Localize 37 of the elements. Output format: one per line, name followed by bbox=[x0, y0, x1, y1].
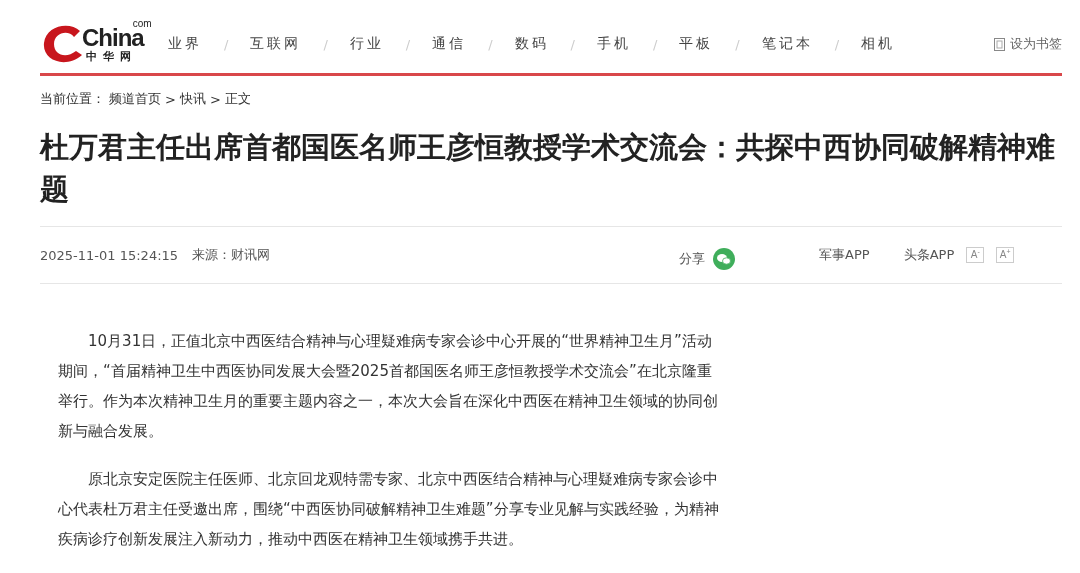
breadcrumb-separator: > bbox=[165, 91, 176, 107]
font-size-button[interactable]: A$^{-}$ bbox=[966, 247, 985, 263]
article-title: 杜万君主任出席首都国医名师王彦恒教授学术交流会：共探中西协同破解精神难题 bbox=[40, 126, 1062, 227]
nav-link[interactable]: 笔记本 bbox=[761, 35, 813, 53]
nav-separator: / bbox=[652, 36, 658, 52]
breadcrumb-link[interactable]: 快讯 bbox=[179, 90, 206, 108]
article-source: 来源：财讯网 bbox=[192, 246, 271, 264]
share-label: 分享 bbox=[679, 250, 706, 268]
nav-link[interactable]: 平板 bbox=[679, 35, 714, 53]
article-paragraph: 原北京安定医院主任医师、北京回龙观特需专家、北京中西医结合精神与心理疑难病专家会诊中心代表杜万君主任受邀出席，围绕“中西医协同破解精神卫生难题”分享专业见解与实践经验，为精神疾病诊疗创新发展注入新动力，推动中西医在精神卫生领域携手共进。 bbox=[58, 469, 720, 550]
nav-link[interactable]: 手机 bbox=[596, 35, 631, 53]
breadcrumb-separator: > bbox=[209, 91, 221, 107]
bookmark-link[interactable]: 设为书签 bbox=[994, 35, 1062, 53]
chat-share-icon[interactable] bbox=[713, 248, 736, 270]
nav-link[interactable]: 行业 bbox=[349, 35, 384, 53]
nav-link[interactable]: 数码 bbox=[514, 35, 549, 53]
nav-separator: / bbox=[405, 36, 411, 52]
nav-separator: / bbox=[488, 36, 493, 52]
app-link[interactable]: 头条APP bbox=[903, 246, 955, 264]
nav-separator: / bbox=[570, 36, 575, 52]
font-size-button[interactable]: A$^{+}$ bbox=[996, 247, 1015, 263]
nav-link[interactable]: 通信 bbox=[432, 35, 467, 53]
publish-time: 2025-11-01 15:24:15 bbox=[40, 247, 179, 263]
nav-link[interactable]: 业界 bbox=[168, 35, 202, 53]
breadcrumb-label: 当前位置： bbox=[40, 90, 105, 108]
nav-separator: / bbox=[834, 36, 840, 52]
nav-separator: / bbox=[224, 36, 229, 52]
nav-link[interactable]: 互联网 bbox=[250, 35, 302, 53]
nav-separator: / bbox=[323, 36, 328, 52]
bookmark-icon bbox=[994, 37, 1005, 51]
breadcrumb-link[interactable]: 正文 bbox=[224, 90, 251, 108]
nav-separator: / bbox=[735, 36, 740, 52]
article-paragraph: 10月31日，正值北京中西医结合精神与心理疑难病专家会诊中心开展的“世界精神卫生月”活动期间，“首届精神卫生中西医协同发展大会暨2025首都国医名师王彦恒教授学术交流会”在北京隆重举行。作为本次精神卫生月的重要主题内容之一，本次大会旨在深化中西医在精神卫生领域的协同创新与融合发展。 bbox=[58, 331, 719, 442]
app-link[interactable]: 军事APP bbox=[819, 246, 870, 264]
logo-subtitle: 中华网 bbox=[85, 49, 138, 63]
breadcrumb-link[interactable]: 频道首页 bbox=[109, 90, 161, 108]
nav-link[interactable]: 相机 bbox=[861, 35, 896, 53]
